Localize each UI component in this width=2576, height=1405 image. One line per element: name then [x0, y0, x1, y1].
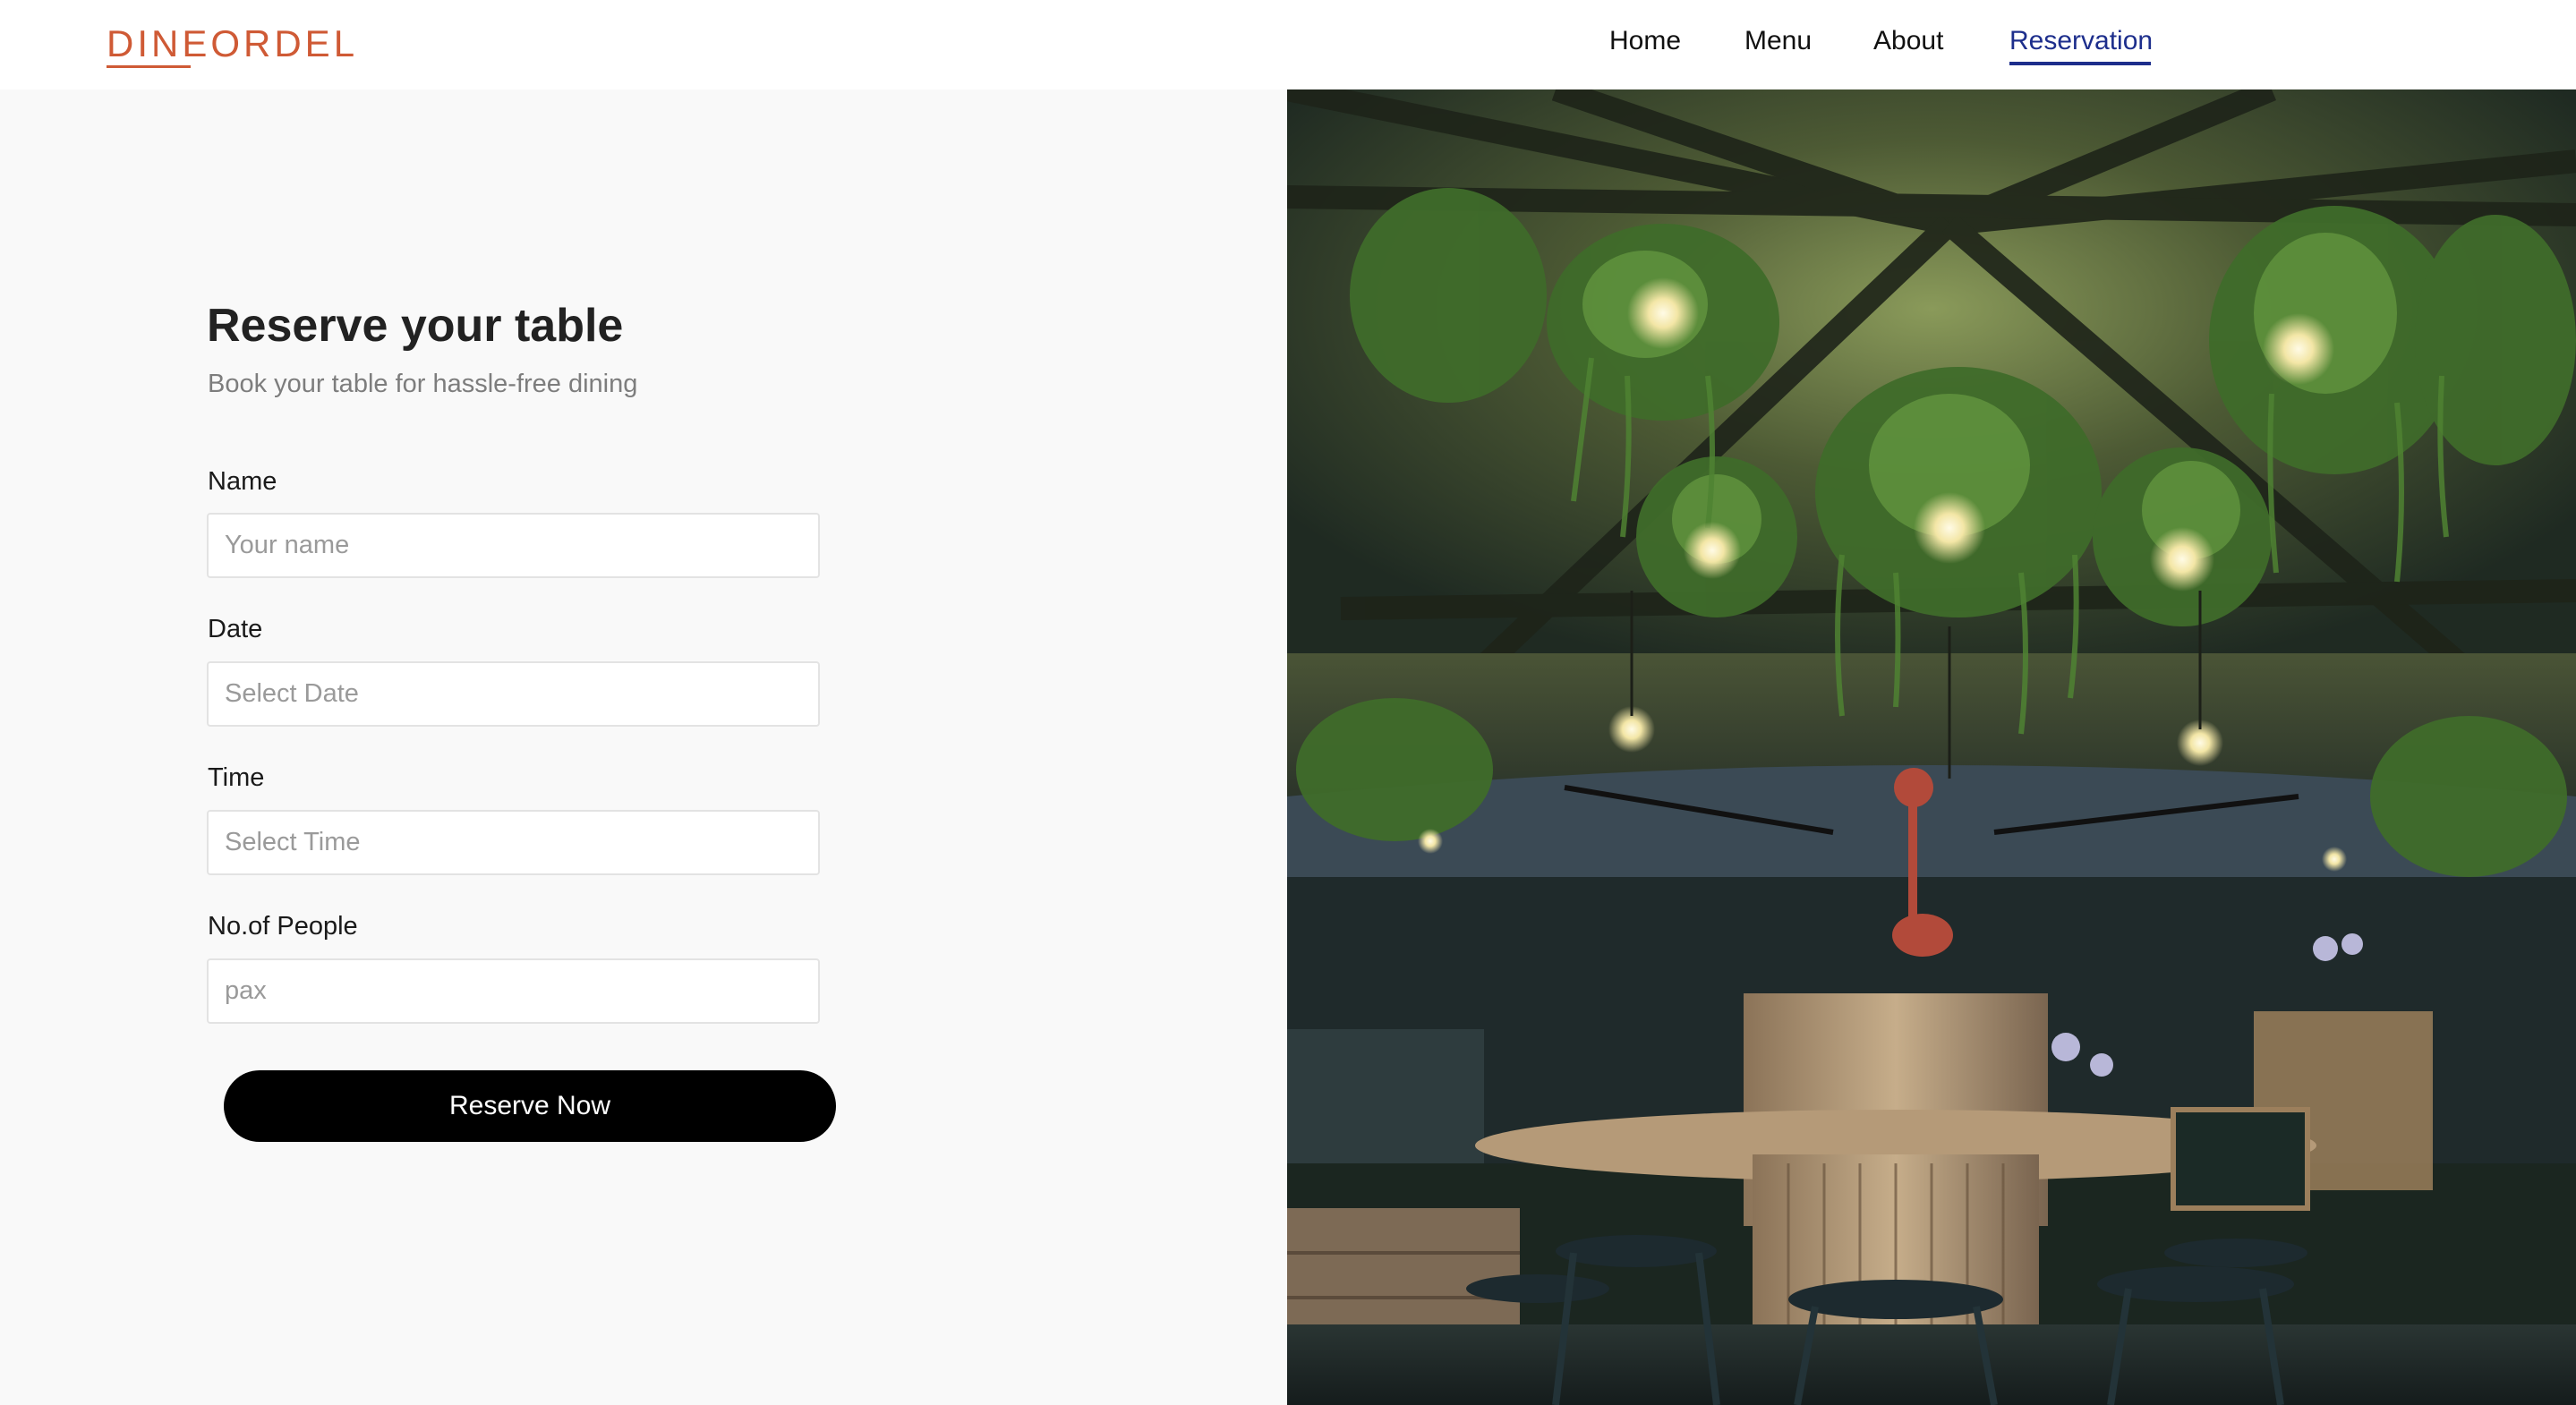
- name-label: Name: [208, 467, 277, 496]
- time-input[interactable]: [207, 810, 820, 875]
- people-label: No.of People: [208, 912, 358, 941]
- nav-link-menu[interactable]: Menu: [1744, 23, 1812, 63]
- site-header: DINEORDEL Home Menu About Reservation: [0, 0, 2576, 89]
- page-title: Reserve your table: [207, 300, 624, 352]
- time-label: Time: [208, 763, 265, 792]
- logo-underline: [107, 65, 191, 68]
- people-input[interactable]: [207, 958, 820, 1024]
- page-subtitle: Book your table for hassle-free dining: [208, 370, 638, 398]
- name-input[interactable]: [207, 513, 820, 578]
- logo[interactable]: DINEORDEL: [107, 21, 358, 66]
- nav-link-about[interactable]: About: [1873, 23, 1943, 63]
- date-label: Date: [208, 615, 263, 643]
- nav-link-reservation[interactable]: Reservation: [2009, 23, 2153, 63]
- nav-link-home[interactable]: Home: [1609, 23, 1681, 63]
- restaurant-photo: [1287, 89, 2576, 1405]
- date-input[interactable]: [207, 661, 820, 727]
- nav-active-indicator: [2009, 62, 2151, 65]
- restaurant-interior-image: [1287, 89, 2576, 1405]
- reserve-now-button[interactable]: Reserve Now: [224, 1070, 836, 1142]
